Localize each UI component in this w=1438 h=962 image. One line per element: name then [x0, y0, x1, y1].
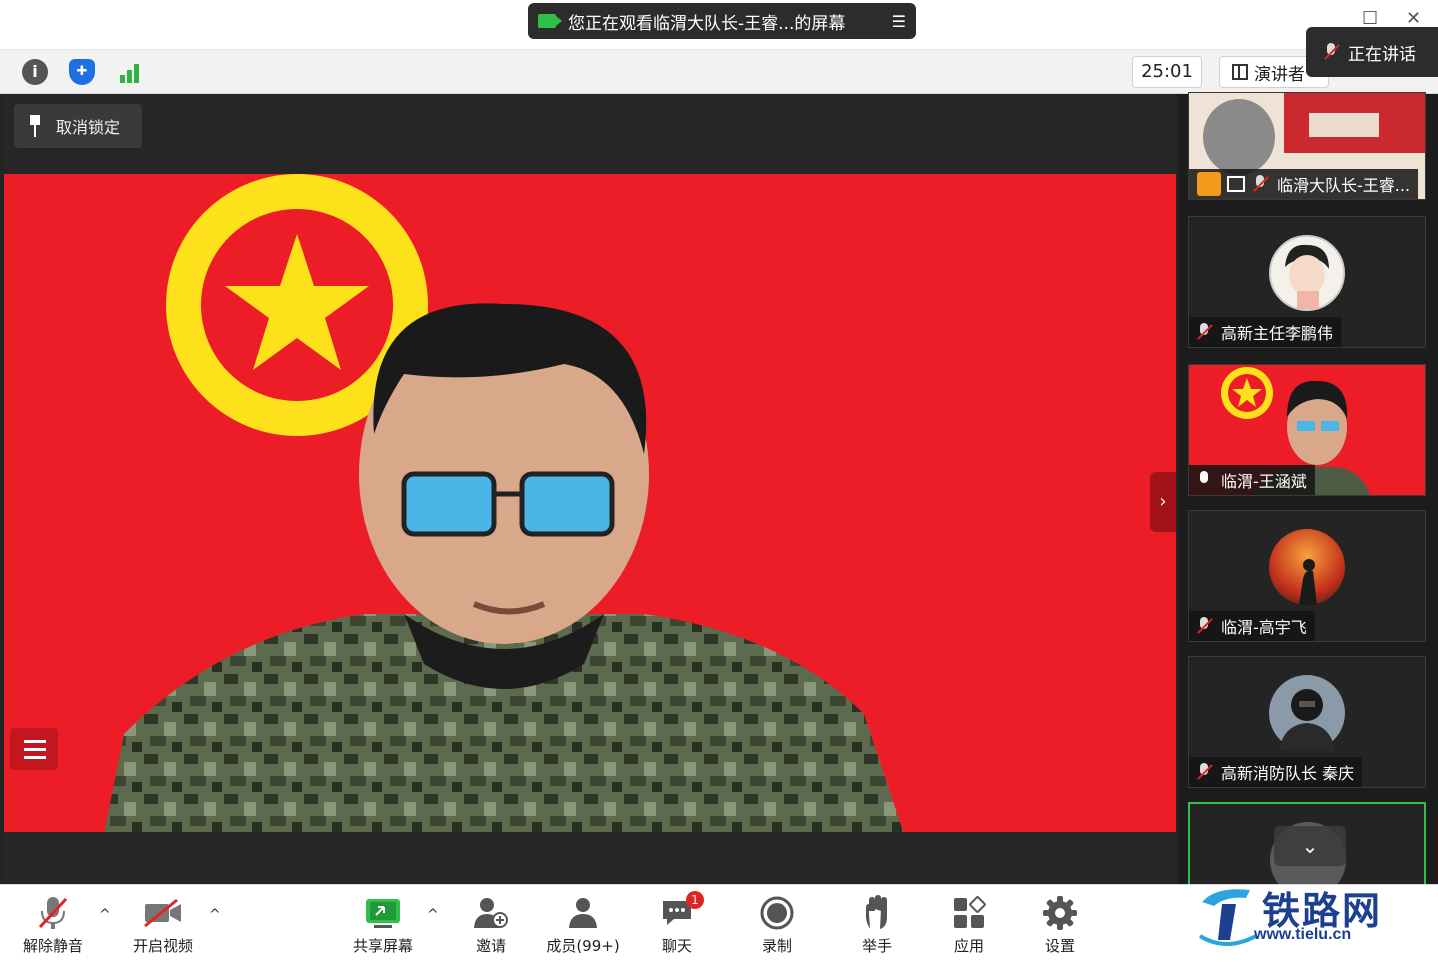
avatar	[1269, 529, 1345, 605]
video-off-icon	[118, 893, 208, 933]
maximize-icon[interactable]: ☐	[1362, 8, 1378, 29]
unmute-label: 解除静音	[22, 937, 83, 955]
avatar	[1269, 675, 1345, 751]
security-shield-icon[interactable]: ✚	[69, 59, 95, 85]
share-screen-icon	[338, 893, 428, 933]
participant-name: 高新消防队长 秦庆	[1221, 764, 1355, 783]
layout-grid-icon	[1232, 64, 1248, 80]
apps-grid-icon	[924, 893, 1014, 933]
mic-icon	[1197, 471, 1211, 489]
audio-options-chevron-icon[interactable]: ^	[99, 907, 111, 923]
mic-muted-icon	[1197, 323, 1211, 341]
participant-label: 高新消防队长 秦庆	[1189, 757, 1363, 787]
unmute-button[interactable]: 解除静音	[8, 893, 98, 956]
members-button[interactable]: 成员(99+)	[538, 893, 628, 956]
meeting-info-bar: i ✚ 25:01 演讲者	[0, 50, 1438, 94]
unread-chat-badge: 1	[686, 891, 704, 909]
watermark-url: www.tielu.cn	[1254, 926, 1352, 943]
main-video-stage: 取消锁定 ›	[4, 94, 1176, 884]
invite-user-icon	[446, 893, 536, 933]
share-options-chevron-icon[interactable]: ^	[427, 907, 439, 923]
record-icon	[732, 893, 822, 933]
participant-gallery: 临滑大队长-王睿... 高新主任李鹏伟 临渭-王涵斌 临渭-高宇飞 高新消防队长…	[1178, 92, 1438, 892]
participant-tile[interactable]: ⌄	[1188, 802, 1426, 892]
raise-hand-label: 举手	[861, 937, 892, 955]
speaking-indicator: 正在讲话	[1306, 27, 1438, 77]
viewing-screen-banner[interactable]: 您正在观看临渭大队长-王睿...的屏幕 ☰	[528, 3, 916, 39]
mic-muted-icon	[1197, 763, 1211, 781]
avatar	[1269, 235, 1345, 311]
participant-name: 临渭-高宇飞	[1221, 618, 1307, 637]
speaker-view-label: 演讲者	[1254, 64, 1305, 85]
share-screen-label: 共享屏幕	[352, 937, 413, 955]
meeting-window: 您正在观看临渭大队长-王睿...的屏幕 ☰ ☐ ✕ i ✚ 25:01 演讲者 …	[0, 0, 1438, 962]
participant-label: 临渭-高宇飞	[1189, 611, 1315, 641]
participant-tile[interactable]: 高新主任李鹏伟	[1188, 216, 1426, 348]
pin-icon	[28, 115, 42, 137]
participant-tile[interactable]: 临渭-王涵斌	[1188, 364, 1426, 496]
mic-muted-icon	[1253, 175, 1267, 193]
unpin-button[interactable]: 取消锁定	[14, 104, 142, 148]
participant-video-figure	[104, 303, 904, 832]
share-screen-button[interactable]: 共享屏幕	[338, 893, 428, 956]
settings-label: 设置	[1044, 937, 1075, 955]
title-bar: 您正在观看临渭大队长-王睿...的屏幕 ☰ ☐ ✕	[0, 0, 1438, 50]
unpin-label: 取消锁定	[56, 118, 121, 137]
meeting-timer: 25:01	[1132, 56, 1202, 88]
host-icon	[1197, 172, 1221, 196]
record-button[interactable]: 录制	[732, 893, 822, 956]
pinned-video	[4, 174, 1176, 832]
apps-button[interactable]: 应用	[924, 893, 1014, 956]
meeting-info-icon[interactable]: i	[22, 59, 48, 85]
chat-label: 聊天	[661, 937, 692, 955]
raise-hand-icon	[832, 893, 922, 933]
invite-label: 邀请	[475, 937, 506, 955]
mic-muted-icon	[8, 893, 98, 933]
network-signal-icon[interactable]	[116, 59, 142, 85]
screen-share-icon	[1227, 176, 1245, 192]
participant-label: 临渭-王涵斌	[1189, 465, 1315, 495]
participant-tile[interactable]: 临滑大队长-王睿...	[1188, 92, 1426, 200]
participant-tile[interactable]: 临渭-高宇飞	[1188, 510, 1426, 642]
members-label: 成员(99+)	[546, 937, 620, 955]
mic-muted-icon	[1197, 617, 1211, 635]
scroll-down-button[interactable]: ⌄	[1274, 826, 1346, 866]
start-video-label: 开启视频	[132, 937, 193, 955]
participant-list-toggle-icon[interactable]	[10, 728, 58, 770]
viewing-screen-text: 您正在观看临渭大队长-王睿...的屏幕	[568, 13, 846, 34]
speaking-label: 正在讲话	[1348, 44, 1416, 65]
chat-button[interactable]: 1 聊天	[632, 891, 722, 956]
mic-muted-icon	[1324, 43, 1338, 61]
record-label: 录制	[761, 937, 792, 955]
settings-button[interactable]: 设置	[1015, 893, 1105, 956]
participant-name: 高新主任李鹏伟	[1221, 324, 1334, 343]
participant-label: 高新主任李鹏伟	[1189, 317, 1342, 347]
chat-bubble-icon: 1	[632, 891, 722, 933]
members-icon	[538, 893, 628, 933]
start-video-button[interactable]: 开启视频	[118, 893, 208, 956]
participant-name: 临滑大队长-王睿...	[1277, 176, 1411, 195]
tielu-logo-icon	[1198, 889, 1257, 946]
participant-tile[interactable]: 高新消防队长 秦庆	[1188, 656, 1426, 788]
participant-label: 临滑大队长-王睿...	[1189, 169, 1419, 199]
view-options-icon[interactable]: ☰	[892, 12, 906, 31]
close-icon[interactable]: ✕	[1406, 8, 1421, 29]
video-camera-icon	[538, 14, 562, 28]
site-watermark: 铁路网 www.tielu.cn	[1196, 880, 1438, 962]
raise-hand-button[interactable]: 举手	[832, 893, 922, 956]
collapse-gallery-button[interactable]: ›	[1150, 472, 1176, 532]
apps-label: 应用	[953, 937, 984, 955]
gear-icon	[1015, 893, 1105, 933]
video-options-chevron-icon[interactable]: ^	[209, 907, 221, 923]
invite-button[interactable]: 邀请	[446, 893, 536, 956]
participant-name: 临渭-王涵斌	[1221, 472, 1307, 491]
